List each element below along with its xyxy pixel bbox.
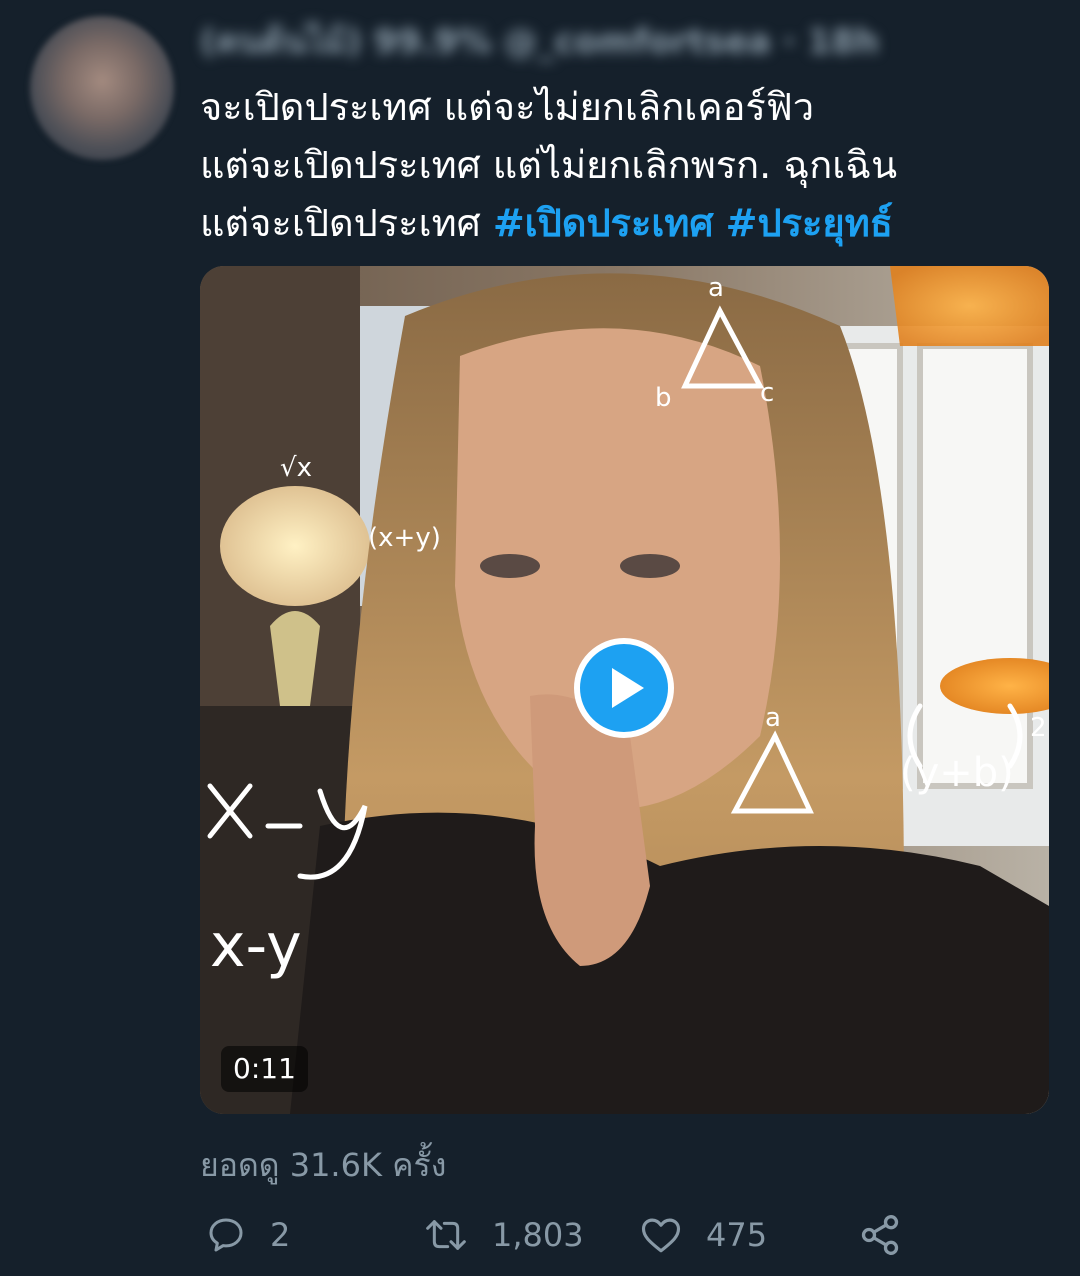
math-label-a-bottom: a [765,703,781,733]
tweet-text: จะเปิดประเทศ แต่จะไม่ยกเลิกเคอร์ฟิว แต่จ… [200,78,1060,252]
math-label-b: b [655,383,672,413]
share-button[interactable] [858,1205,902,1265]
tweet-text-line-3: แต่จะเปิดประเทศ #เปิดประเทศ #ประยุทธ์ [200,194,1060,252]
reply-count: 2 [270,1216,291,1254]
play-button[interactable] [574,638,674,738]
tweet-text-line-2: แต่จะเปิดประเทศ แต่ไม่ยกเลิกพรก. ฉุกเฉิน [200,143,898,187]
view-count: ยอดดู 31.6K ครั้ง [200,1146,447,1184]
avatar[interactable] [30,16,174,160]
hashtag-link-1[interactable]: #เปิดประเทศ [493,201,714,245]
share-icon [861,1215,899,1255]
hashtag-link-2[interactable]: #ประยุทธ์ [726,201,893,245]
math-label-x-plus-y: (x+y) [368,523,441,553]
like-icon [641,1218,681,1253]
video-duration-badge: 0:11 [221,1046,308,1092]
math-label-c: c [760,378,774,408]
tweet-text-line-1: จะเปิดประเทศ แต่จะไม่ยกเลิกเคอร์ฟิว [200,85,815,129]
retweet-count: 1,803 [492,1216,584,1254]
math-label-y-plus-b: (y+b) [900,750,1014,796]
reply-button[interactable]: 2 [206,1205,290,1265]
like-count: 475 [706,1216,768,1254]
like-button[interactable]: 475 [640,1205,767,1265]
reply-icon [209,1218,243,1252]
tweet-text-line-3-prefix: แต่จะเปิดประเทศ [200,201,493,245]
play-icon [612,668,644,708]
math-label-a-top: a [708,273,724,303]
retweet-button[interactable]: 1,803 [424,1205,584,1265]
retweet-icon [426,1220,466,1250]
math-label-sqrt: √x [280,453,312,483]
math-label-x-minus-y: x-y [210,911,302,981]
math-label-squared: 2 [1030,713,1047,743]
tweet-actions-bar: 2 1,803 475 [0,1205,1080,1265]
tweet-author-header[interactable]: (คนต้นไม้) 99.9% @_comfortsea · 18h [200,20,1030,64]
